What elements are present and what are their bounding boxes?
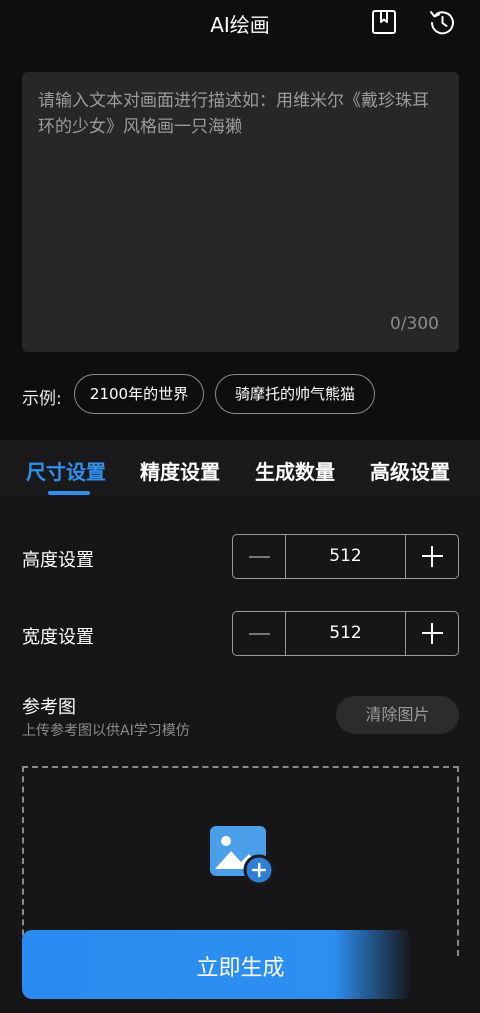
generate-button[interactable]: 立即生成 — [22, 930, 412, 999]
minus-icon — [249, 556, 270, 558]
generate-label: 立即生成 — [196, 956, 285, 981]
height-increase-button[interactable] — [405, 535, 458, 578]
prompt-input[interactable]: 请输入文本对画面进行描述如：用维米尔《戴珍珠耳环的少女》风格画一只海獭 0/30… — [22, 72, 459, 352]
examples-row: 示例: 2100年的世界 骑摩托的帅气熊猫 — [22, 374, 462, 416]
width-decrease-button[interactable] — [233, 612, 286, 655]
height-decrease-button[interactable] — [233, 535, 286, 578]
width-increase-button[interactable] — [405, 612, 458, 655]
character-counter: 0/300 — [390, 314, 439, 334]
tab-advanced[interactable]: 高级设置 — [370, 456, 450, 485]
app-header: AI绘画 — [0, 0, 480, 46]
width-label: 宽度设置 — [22, 627, 94, 648]
width-value[interactable]: 512 — [287, 612, 404, 655]
bookmark-icon[interactable] — [370, 8, 398, 36]
tab-precision[interactable]: 精度设置 — [140, 456, 220, 485]
height-value[interactable]: 512 — [287, 535, 404, 578]
examples-label: 示例: — [22, 389, 62, 409]
settings-panel: 尺寸设置 精度设置 生成数量 高级设置 高度设置 512 宽度设置 512 参考… — [0, 440, 480, 1013]
active-tab-indicator — [48, 491, 90, 495]
reference-title: 参考图 — [22, 697, 76, 718]
history-icon[interactable] — [428, 8, 456, 36]
add-image-icon — [209, 825, 275, 887]
settings-tabs: 尺寸设置 精度设置 生成数量 高级设置 — [0, 440, 480, 496]
tab-count[interactable]: 生成数量 — [255, 456, 335, 485]
minus-icon — [249, 633, 270, 635]
example-chip[interactable]: 2100年的世界 — [74, 374, 204, 414]
tab-size[interactable]: 尺寸设置 — [26, 456, 106, 485]
prompt-placeholder: 请输入文本对画面进行描述如：用维米尔《戴珍珠耳环的少女》风格画一只海獭 — [38, 91, 429, 137]
width-stepper: 512 — [232, 611, 459, 656]
reference-upload-area[interactable] — [22, 766, 459, 956]
height-label: 高度设置 — [22, 550, 94, 571]
example-chip[interactable]: 骑摩托的帅气熊猫 — [215, 374, 375, 414]
clear-image-button[interactable]: 清除图片 — [336, 696, 459, 734]
page-title: AI绘画 — [210, 13, 270, 37]
height-stepper: 512 — [232, 534, 459, 579]
reference-subtitle: 上传参考图以供AI学习模仿 — [22, 723, 190, 739]
